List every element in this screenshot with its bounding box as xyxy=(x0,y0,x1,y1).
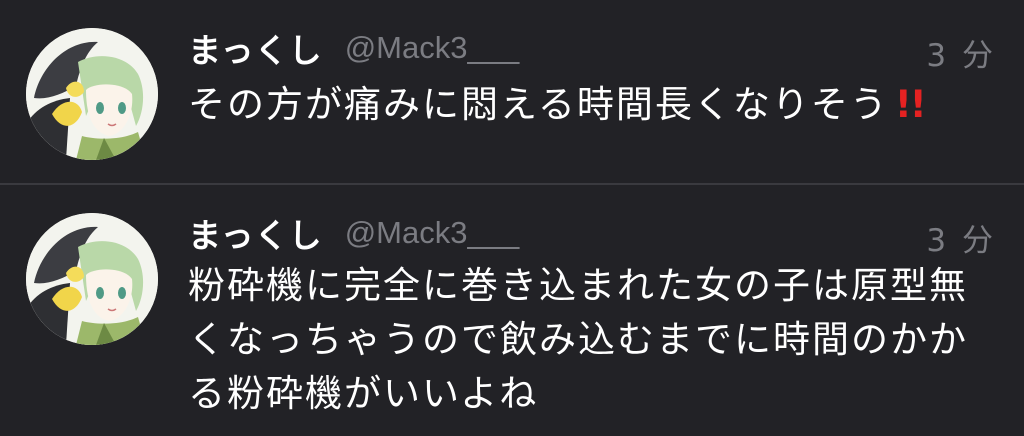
display-name[interactable]: まっくし xyxy=(188,24,323,72)
timeline: まっくし @Mack3___ 3 分 その方が痛みに悶える時間長くなりそう!! xyxy=(0,0,1024,436)
anime-avatar-icon xyxy=(26,28,158,160)
tweet[interactable]: まっくし @Mack3___ 3 分 その方が痛みに悶える時間長くなりそう!! xyxy=(0,0,1024,184)
anime-avatar-icon xyxy=(26,213,158,345)
user-handle[interactable]: @Mack3___ xyxy=(345,30,520,66)
avatar[interactable] xyxy=(26,28,158,160)
user-handle[interactable]: @Mack3___ xyxy=(345,215,520,251)
timestamp: 3 分 xyxy=(926,38,996,74)
tweet-text-content: その方が痛みに悶える時間長くなりそう xyxy=(188,83,889,126)
display-name[interactable]: まっくし xyxy=(188,209,323,257)
tweet[interactable]: まっくし @Mack3___ 3 分 粉砕機に完全に巻き込まれた女の子は原型無く… xyxy=(0,185,1024,436)
timestamp: 3 分 xyxy=(926,223,996,259)
double-exclamation-icon: !! xyxy=(894,83,927,126)
tweet-header: まっくし @Mack3___ 3 分 xyxy=(188,213,996,259)
tweet-header: まっくし @Mack3___ 3 分 xyxy=(188,28,996,74)
avatar[interactable] xyxy=(26,213,158,345)
tweet-text: その方が痛みに悶える時間長くなりそう!! xyxy=(188,78,996,132)
tweet-text: 粉砕機に完全に巻き込まれた女の子は原型無くなっちゃうので飲み込むまでに時間のかか… xyxy=(188,264,968,415)
